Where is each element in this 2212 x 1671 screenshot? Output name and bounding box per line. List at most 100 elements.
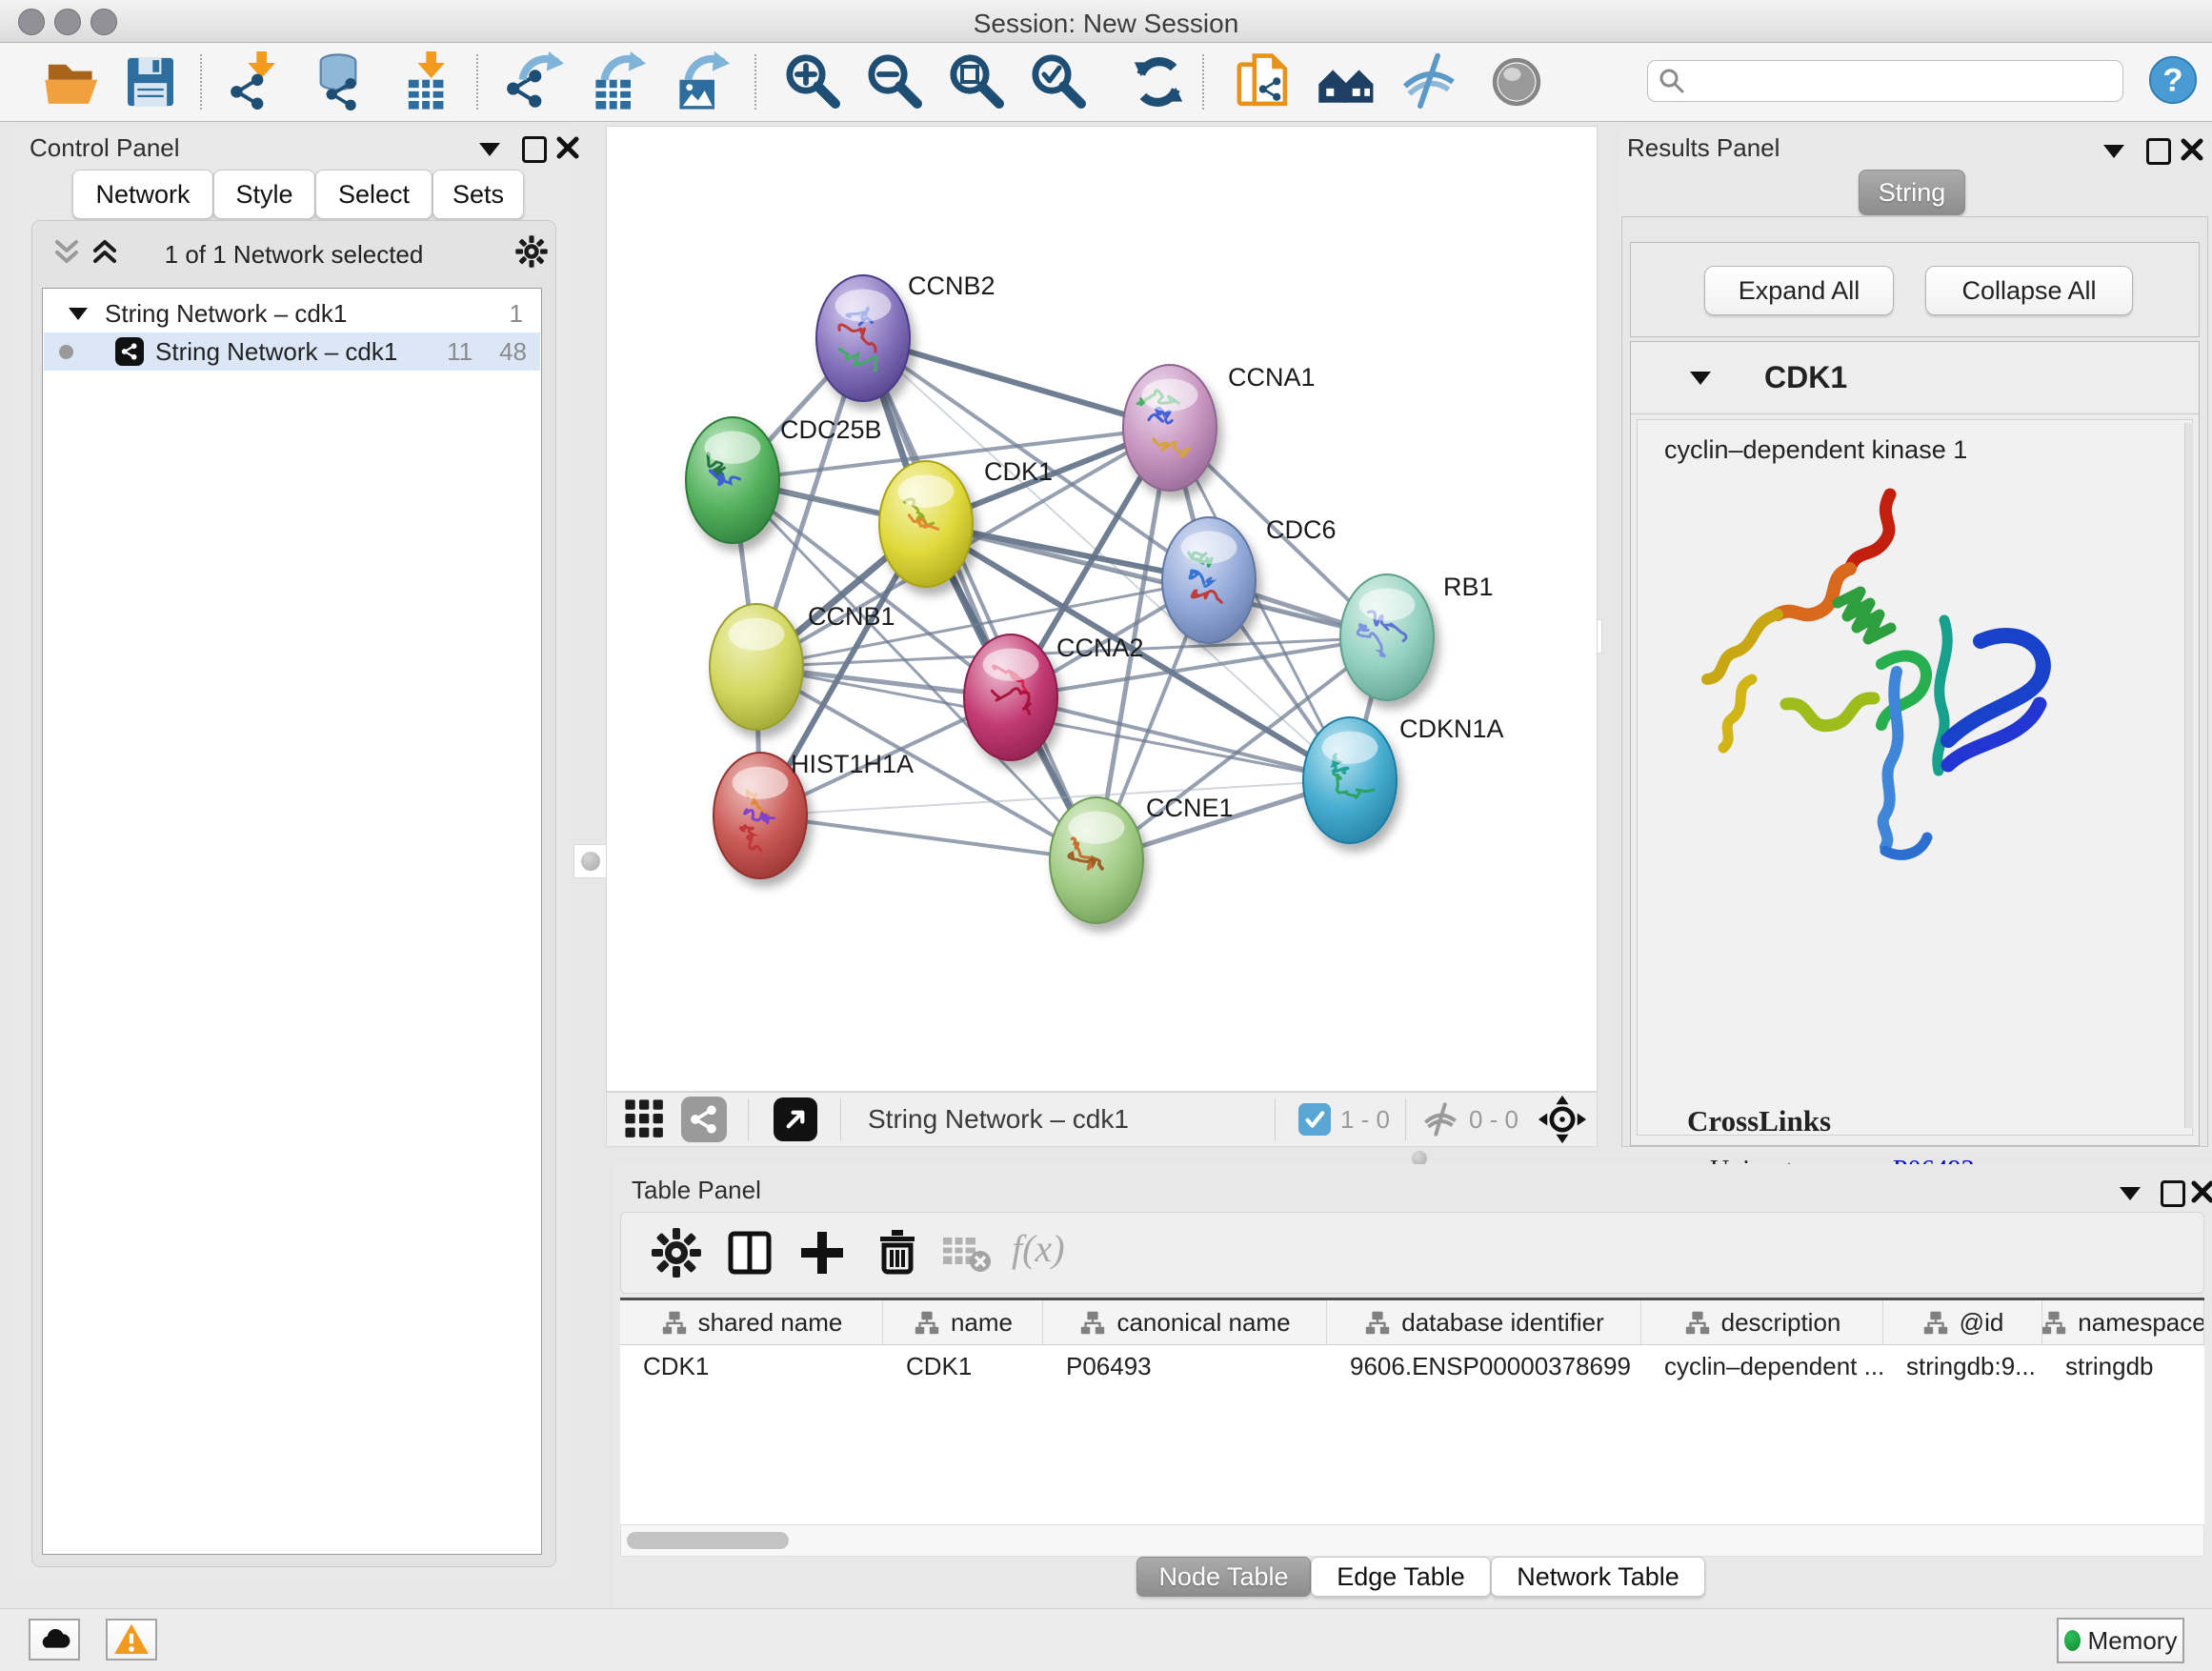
results-panel-menu-icon[interactable] [2103, 145, 2124, 158]
column-header--id[interactable]: @id [1883, 1300, 2042, 1344]
home-icon[interactable] [1317, 51, 1377, 112]
hidden-eye-icon[interactable] [1419, 1098, 1461, 1140]
left-splitter-handle[interactable] [573, 844, 608, 878]
gene-collapse-icon[interactable] [1690, 372, 1711, 385]
table-toolbar: f(x) [620, 1212, 2204, 1294]
toolbar-separator [200, 54, 202, 110]
network-edge-count: 48 [499, 337, 527, 367]
add-column-icon[interactable] [795, 1226, 849, 1279]
network-node-CDC6[interactable]: CDC6 [1162, 515, 1337, 643]
table-cell[interactable]: 9606.ENSP00000378699 [1327, 1345, 1641, 1387]
control-panel-float-icon[interactable] [522, 136, 547, 163]
tab-network-table[interactable]: Network Table [1491, 1557, 1705, 1597]
table-row[interactable]: CDK1CDK1P064939606.ENSP00000378699cyclin… [620, 1345, 2204, 1387]
import-network-file-icon[interactable] [225, 51, 286, 112]
control-panel-menu-icon[interactable] [479, 143, 500, 156]
zoom-fit-icon[interactable] [947, 51, 1008, 112]
gene-section-header[interactable]: CDK1 [1631, 342, 2199, 414]
table-panel-close-icon[interactable] [2190, 1179, 2212, 1209]
zoom-out-icon[interactable] [865, 51, 926, 112]
network-node-CCNA1[interactable]: CCNA1 [1123, 363, 1316, 491]
expand-all-button[interactable]: Expand All [1704, 266, 1894, 315]
import-table-icon[interactable] [394, 51, 455, 112]
help-icon[interactable]: ? [2147, 54, 2199, 106]
toolbar-separator [476, 54, 478, 110]
table-cell[interactable]: CDK1 [883, 1345, 1043, 1387]
import-network-database-icon[interactable] [308, 51, 369, 112]
network-row[interactable]: String Network – cdk1 11 48 [44, 332, 540, 371]
results-panel-close-icon[interactable] [2180, 137, 2204, 167]
export-network-icon[interactable] [503, 51, 564, 112]
tab-node-table[interactable]: Node Table [1136, 1557, 1311, 1597]
selected-count: 1 - 0 [1340, 1105, 1390, 1135]
table-cell[interactable]: stringdb:9... [1883, 1345, 2042, 1387]
network-canvas[interactable]: CCNB2CCNA1CDC25BCDK1CDC6RB1CCNB1CCNA2CDK… [606, 126, 1598, 1092]
table-cell[interactable]: CDK1 [620, 1345, 883, 1387]
results-panel-float-icon[interactable] [2146, 138, 2171, 165]
column-header-canonical-name[interactable]: canonical name [1043, 1300, 1327, 1344]
column-header-label: shared name [698, 1308, 843, 1338]
column-header-database-identifier[interactable]: database identifier [1327, 1300, 1641, 1344]
network-node-CCNE1[interactable]: CCNE1 [1050, 794, 1234, 923]
copy-network-icon[interactable] [1233, 51, 1294, 112]
collapse-all-button[interactable]: Collapse All [1925, 266, 2133, 315]
table-panel-menu-icon[interactable] [2120, 1187, 2141, 1200]
table-cell[interactable]: stringdb [2042, 1345, 2204, 1387]
warning-icon [112, 1621, 151, 1659]
column-header-name[interactable]: name [883, 1300, 1043, 1344]
network-node-CCNB2[interactable]: CCNB2 [816, 272, 995, 401]
network-collection-row[interactable]: String Network – cdk1 1 [44, 294, 540, 332]
column-header-namespace[interactable]: namespace [2042, 1300, 2204, 1344]
warning-button[interactable] [106, 1619, 157, 1661]
export-table-icon[interactable] [585, 51, 646, 112]
table-panel-float-icon[interactable] [2161, 1180, 2185, 1207]
hide-selected-icon[interactable] [1398, 51, 1459, 112]
title-bar: Session: New Session [0, 0, 2212, 43]
network-node-CDC25B[interactable]: CDC25B [686, 415, 882, 543]
column-header-shared-name[interactable]: shared name [620, 1300, 883, 1344]
save-session-icon[interactable] [120, 51, 181, 112]
table-cell[interactable]: cyclin–dependent ... [1641, 1345, 1883, 1387]
column-header-description[interactable]: description [1641, 1300, 1883, 1344]
node-table: shared name namecanonical namedatabase id… [620, 1298, 2204, 1524]
network-node-CDKN1A[interactable]: CDKN1A [1303, 715, 1504, 843]
control-panel-close-icon[interactable] [555, 135, 580, 165]
hidden-count: 0 - 0 [1469, 1105, 1518, 1135]
tab-select[interactable]: Select [315, 170, 432, 219]
memory-button[interactable]: Memory [2057, 1618, 2184, 1663]
refresh-view-icon[interactable] [1128, 51, 1189, 112]
network-node-CCNB1[interactable]: CCNB1 [710, 602, 895, 730]
zoom-in-icon[interactable] [783, 51, 844, 112]
network-node-HIST1H1A[interactable]: HIST1H1A [714, 750, 914, 878]
columns-icon[interactable] [723, 1226, 776, 1279]
gear-icon[interactable] [650, 1226, 703, 1279]
zoom-selected-icon[interactable] [1029, 51, 1090, 112]
grid-view-icon[interactable] [622, 1097, 668, 1142]
table-hscrollbar-thumb[interactable] [627, 1532, 789, 1549]
show-all-icon[interactable] [1486, 51, 1547, 112]
tab-style[interactable]: Style [213, 170, 315, 219]
birdseye-crosshair-icon[interactable] [1538, 1095, 1587, 1144]
cloud-button[interactable] [29, 1619, 80, 1661]
search-input[interactable] [1686, 67, 2090, 95]
results-panel-title: Results Panel [1627, 133, 1780, 163]
delete-column-icon[interactable] [871, 1226, 924, 1279]
table-cell[interactable]: P06493 [1043, 1345, 1327, 1387]
tab-string[interactable]: String [1859, 170, 1965, 215]
tab-sets[interactable]: Sets [432, 170, 524, 219]
network-options-gear-icon[interactable] [514, 234, 549, 273]
selected-checkbox-icon[interactable] [1298, 1103, 1331, 1136]
open-in-window-icon[interactable] [774, 1097, 817, 1141]
search-box[interactable] [1647, 60, 2123, 102]
tab-network[interactable]: Network [72, 170, 213, 219]
tab-edge-table[interactable]: Edge Table [1311, 1557, 1491, 1597]
string-view-icon[interactable] [681, 1097, 727, 1142]
results-scrollbar[interactable] [2184, 423, 2193, 1128]
tree-expander-icon[interactable] [69, 308, 88, 320]
network-node-RB1[interactable]: RB1 [1340, 573, 1494, 700]
string-network-graph[interactable]: CCNB2CCNA1CDC25BCDK1CDC6RB1CCNB1CCNA2CDK… [607, 127, 1597, 1091]
node-label-CCNE1: CCNE1 [1146, 794, 1234, 822]
export-image-icon[interactable] [669, 51, 730, 112]
open-file-icon[interactable] [42, 51, 103, 112]
table-hscrollbar[interactable] [620, 1524, 2204, 1557]
